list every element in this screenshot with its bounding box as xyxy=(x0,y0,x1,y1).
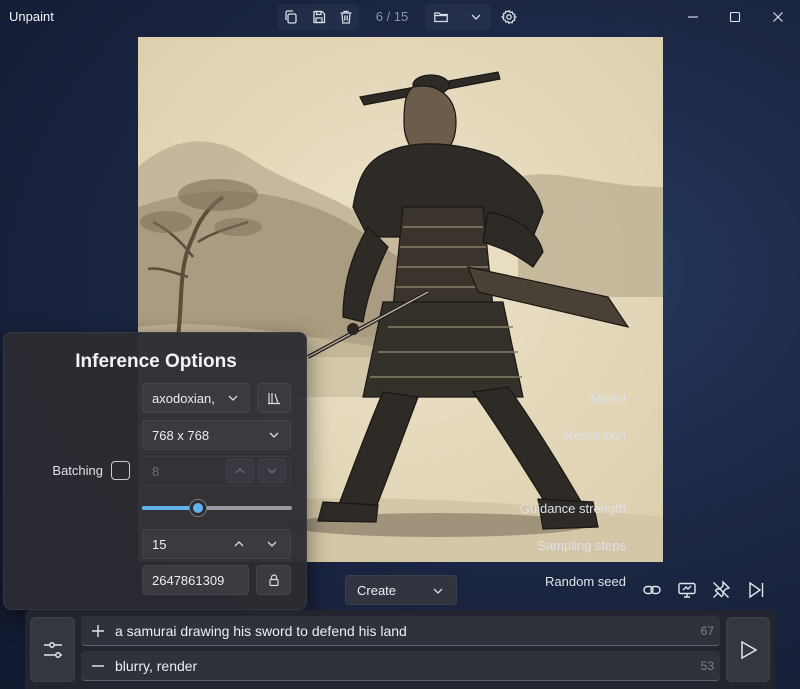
settings-gear-icon[interactable] xyxy=(498,6,520,28)
chevron-down-icon xyxy=(228,395,238,401)
chevron-down-icon[interactable] xyxy=(465,6,487,28)
copy-icon[interactable] xyxy=(280,6,302,28)
random-seed-value: 2647861309 xyxy=(152,572,225,588)
library-icon xyxy=(268,393,280,405)
positive-prompt-field[interactable]: a samurai drawing his sword to defend hi… xyxy=(81,616,720,646)
chevron-up-icon[interactable] xyxy=(232,537,246,551)
batching-label: Batching xyxy=(52,463,103,478)
random-seed-label: Random seed xyxy=(545,574,626,589)
positive-prompt-text: a samurai drawing his sword to defend hi… xyxy=(115,623,407,639)
batch-decrement-button xyxy=(258,459,286,483)
resolution-label: Resolution xyxy=(564,428,626,443)
batch-count-value: 8 xyxy=(152,463,160,479)
mode-value: Create xyxy=(357,582,397,598)
model-select[interactable]: axodoxian, xyxy=(142,383,250,413)
seed-lock-button[interactable] xyxy=(256,565,291,595)
negative-prompt-count: 53 xyxy=(700,659,714,673)
generate-button[interactable] xyxy=(726,617,770,682)
model-label: Model xyxy=(590,391,626,406)
positive-prompt-count: 67 xyxy=(700,624,714,638)
negative-prompt-text: blurry, render xyxy=(115,658,198,674)
display-icon[interactable] xyxy=(675,579,699,601)
chevron-up-icon xyxy=(235,468,245,474)
maximize-button[interactable] xyxy=(726,8,744,26)
sampling-steps-value: 15 xyxy=(152,536,167,552)
plus-icon xyxy=(92,625,104,637)
chevron-down-icon[interactable] xyxy=(265,537,279,551)
batch-increment-button xyxy=(226,459,254,483)
link-icon[interactable] xyxy=(640,579,664,601)
unpin-icon[interactable] xyxy=(709,579,733,601)
chevron-down-icon xyxy=(267,468,277,474)
resolution-select[interactable]: 768 x 768 xyxy=(142,420,291,450)
folder-icon[interactable] xyxy=(430,6,452,28)
guidance-slider-thumb[interactable] xyxy=(189,499,207,517)
title-bar: Unpaint 6 / 15 xyxy=(0,0,800,34)
minus-icon xyxy=(92,665,104,667)
app-title: Unpaint xyxy=(9,9,54,24)
chevron-down-icon xyxy=(433,588,443,594)
resolution-value: 768 x 768 xyxy=(152,427,210,443)
model-value: axodoxian, xyxy=(152,390,215,406)
lock-icon xyxy=(268,574,279,587)
mode-select[interactable]: Create xyxy=(345,575,457,605)
sliders-icon xyxy=(43,641,62,658)
sampling-steps-label: Sampling steps xyxy=(537,538,626,553)
delete-icon[interactable] xyxy=(335,6,357,28)
random-seed-input[interactable]: 2647861309 xyxy=(142,565,249,595)
minimize-button[interactable] xyxy=(684,8,702,26)
skip-next-icon[interactable] xyxy=(744,579,768,601)
page-counter: 6 / 15 xyxy=(375,9,409,24)
inference-settings-button[interactable] xyxy=(30,617,75,682)
model-library-button[interactable] xyxy=(257,383,291,413)
guidance-slider[interactable] xyxy=(142,499,292,517)
negative-prompt-field[interactable]: blurry, render 53 xyxy=(81,651,720,681)
batching-checkbox[interactable] xyxy=(111,461,130,480)
play-icon xyxy=(741,640,758,659)
panel-title: Inference Options xyxy=(75,351,237,372)
close-button[interactable] xyxy=(769,8,787,26)
guidance-label: Guidance strength xyxy=(519,501,626,516)
chevron-down-icon xyxy=(269,432,279,438)
save-icon[interactable] xyxy=(308,6,330,28)
